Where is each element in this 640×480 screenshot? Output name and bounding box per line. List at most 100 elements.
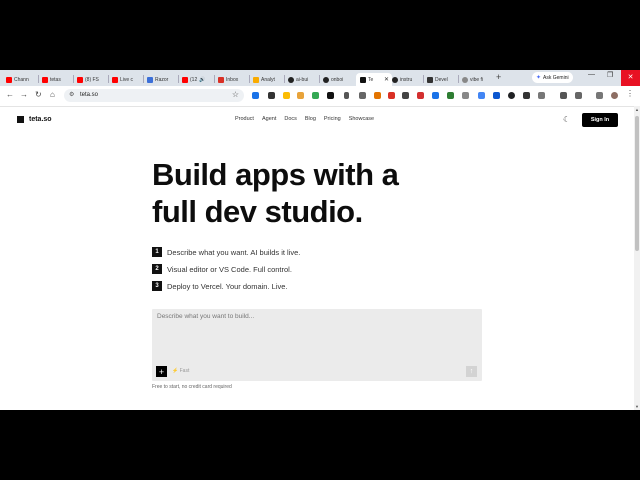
extension-icon[interactable]	[268, 92, 275, 99]
tab-13[interactable]: vibe fi	[462, 73, 492, 86]
nav-docs[interactable]: Docs	[284, 116, 297, 122]
extension-icon[interactable]	[344, 92, 349, 99]
tab-7[interactable]: Analyt	[253, 73, 283, 86]
back-icon[interactable]: ←	[6, 90, 14, 99]
extension-icon[interactable]	[297, 92, 304, 99]
tab-8[interactable]: ai-bui	[288, 73, 318, 86]
tab-label: Devel	[435, 76, 448, 83]
nav-blog[interactable]: Blog	[305, 116, 316, 122]
extension-icon[interactable]	[402, 92, 409, 99]
send-button[interactable]: ↑	[466, 366, 477, 377]
forward-icon[interactable]: →	[20, 90, 28, 99]
close-tab-icon[interactable]: ✕	[384, 76, 389, 83]
sidepanel-icon[interactable]	[575, 92, 582, 99]
extension-icon[interactable]	[388, 92, 395, 99]
feature-text: Describe what you want. AI builds it liv…	[167, 247, 301, 257]
teta-icon	[360, 76, 366, 83]
site-info-icon[interactable]: ⚙	[69, 91, 74, 98]
downloads-icon[interactable]	[560, 92, 567, 99]
browser-window: Chann tetas (8) FS Live c Razor (12 🔊 Inb…	[0, 70, 640, 410]
hero-headline: Build apps with a full dev studio.	[152, 156, 482, 230]
tab-label: instru	[400, 76, 413, 83]
ask-gemini-button[interactable]: ✦ Ask Gemini	[532, 72, 573, 83]
close-window-icon[interactable]: ✕	[621, 70, 640, 86]
razor-icon	[147, 76, 153, 83]
extension-icon[interactable]	[462, 92, 469, 99]
feature-item: 2 Visual editor or VS Code. Full control…	[152, 264, 292, 274]
footnote-text: Free to start, no credit card required	[152, 384, 232, 390]
extension-icon[interactable]	[432, 92, 439, 99]
extension-icon[interactable]	[359, 92, 366, 99]
tab-4[interactable]: Razor	[147, 73, 177, 86]
site-nav: Product Agent Docs Blog Pricing Showcase	[235, 116, 374, 122]
extension-icon[interactable]	[508, 92, 515, 99]
tab-3[interactable]: Live c	[112, 73, 142, 86]
maximize-icon[interactable]: ❐	[607, 71, 613, 79]
step-number-badge: 1	[152, 247, 162, 257]
page-scrollbar[interactable]: ▲ ▼	[634, 106, 640, 410]
tab-12[interactable]: Devel	[427, 73, 457, 86]
extensions-puzzle-icon[interactable]	[538, 92, 545, 99]
bookmark-star-icon[interactable]: ☆	[232, 90, 239, 99]
new-tab-button[interactable]: +	[496, 72, 501, 82]
tab-9[interactable]: onboi	[323, 73, 353, 86]
extension-icon[interactable]	[596, 92, 603, 99]
tab-0[interactable]: Chann	[6, 73, 37, 86]
nav-product[interactable]: Product	[235, 116, 254, 122]
tab-1[interactable]: tetas	[42, 73, 72, 86]
prompt-box: + ⚡ Fast ↑	[152, 309, 482, 381]
nav-pricing[interactable]: Pricing	[324, 116, 341, 122]
nav-agent[interactable]: Agent	[262, 116, 276, 122]
extension-icon[interactable]	[447, 92, 454, 99]
tab-label: (8) FS	[85, 76, 99, 83]
extension-icon[interactable]	[493, 92, 500, 99]
tab-label: Chann	[14, 76, 29, 83]
youtube-icon	[112, 76, 118, 83]
scrollbar-thumb[interactable]	[635, 116, 639, 251]
tab-11[interactable]: instru	[392, 73, 422, 86]
prompt-input[interactable]	[157, 313, 475, 349]
avatar[interactable]	[611, 92, 618, 99]
tab-6[interactable]: Inbox	[218, 73, 248, 86]
extension-icon[interactable]	[478, 92, 485, 99]
site-logo[interactable]: teta.so	[17, 116, 52, 123]
model-mode-selector[interactable]: ⚡ Fast	[172, 368, 189, 374]
tab-2[interactable]: (8) FS	[77, 73, 107, 86]
extension-icon[interactable]	[283, 92, 290, 99]
nav-showcase[interactable]: Showcase	[349, 116, 374, 122]
speaker-icon: 🔊	[199, 76, 206, 83]
minimize-icon[interactable]: —	[588, 71, 595, 78]
extension-icon[interactable]	[252, 92, 259, 99]
home-icon[interactable]: ⌂	[50, 90, 55, 99]
extension-icon[interactable]	[327, 92, 334, 99]
tab-label: ai-bui	[296, 76, 309, 83]
tab-label: Te	[368, 76, 374, 83]
address-bar[interactable]: ⚙ teta.so ☆	[64, 89, 244, 102]
extension-icon[interactable]	[312, 92, 319, 99]
bolt-icon: ⚡	[172, 368, 179, 374]
github-icon	[323, 76, 329, 83]
browser-toolbar: ← → ↻ ⌂ ⚙ teta.so ☆ ⋮	[0, 86, 640, 107]
reload-icon[interactable]: ↻	[35, 90, 42, 99]
add-attachment-button[interactable]: +	[156, 366, 167, 377]
dark-mode-toggle-icon[interactable]: ☾	[563, 115, 570, 124]
scroll-down-icon[interactable]: ▼	[634, 404, 640, 409]
menu-icon[interactable]: ⋮	[626, 89, 634, 98]
youtube-icon	[6, 76, 12, 83]
youtube-icon	[42, 76, 48, 83]
extension-icon[interactable]	[417, 92, 424, 99]
gemini-label: Ask Gemini	[543, 74, 569, 81]
globe-icon	[462, 76, 468, 83]
sign-in-button[interactable]: Sign In	[582, 113, 618, 127]
tab-active[interactable]: Te ✕	[356, 73, 392, 86]
extension-icon[interactable]	[374, 92, 381, 99]
extension-icon[interactable]	[523, 92, 530, 99]
scroll-up-icon[interactable]: ▲	[634, 107, 640, 112]
feature-item: 3 Deploy to Vercel. Your domain. Live.	[152, 281, 288, 291]
tab-5[interactable]: (12 🔊	[182, 73, 213, 86]
headline-line-2: full dev studio.	[152, 194, 363, 229]
gemini-icon: ✦	[536, 75, 542, 81]
logo-text: teta.so	[29, 116, 52, 123]
tab-label: vibe fi	[470, 76, 484, 83]
step-number-badge: 3	[152, 281, 162, 291]
